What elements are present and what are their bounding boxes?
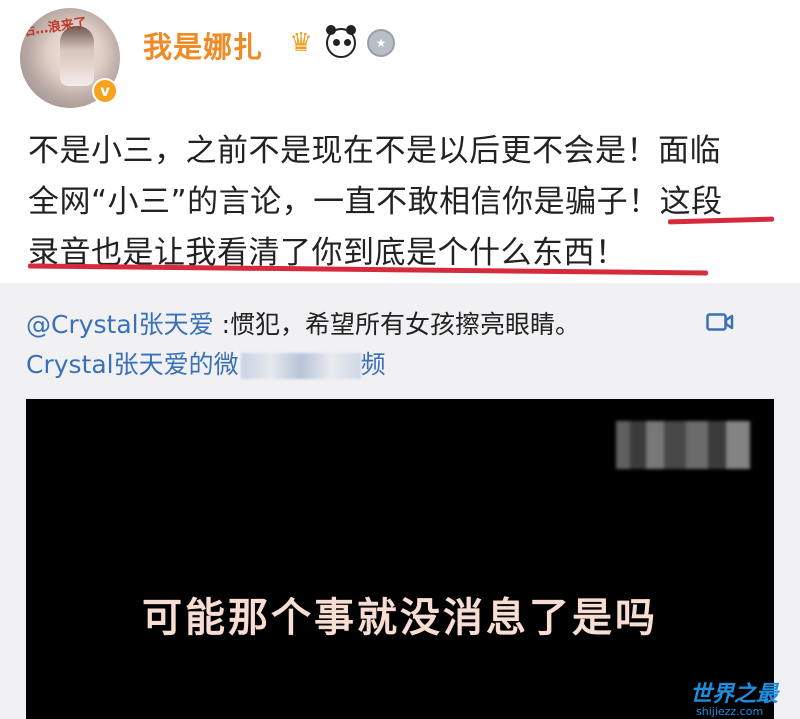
video-player[interactable]: 可能那个事就没消息了是吗 xyxy=(26,399,774,719)
site-watermark-logo: 世界之最 shijiezz.com xyxy=(690,676,794,718)
username[interactable]: 我是娜扎 xyxy=(143,24,263,66)
highlighted-text: 这段 xyxy=(659,184,723,220)
panda-icon[interactable] xyxy=(324,25,358,60)
post-header: 后…浪来了 v 我是娜扎 ♛ ★ xyxy=(0,0,800,118)
crown-icon[interactable]: ♛ xyxy=(284,26,318,60)
blurred-watermark xyxy=(616,421,750,469)
site-watermark-title: 世界之最 xyxy=(690,682,779,707)
video-link[interactable]: Crystal张天爱的微频 xyxy=(26,345,386,381)
medal-icon[interactable]: ★ xyxy=(364,26,398,60)
post-text-line-1: 不是小三，之前不是现在不是以后更不会是！面临 xyxy=(28,133,721,169)
post-text: 不是小三，之前不是现在不是以后更不会是！面临 全网“小三”的言论，一直不敢相信你… xyxy=(28,126,788,279)
blurred-region xyxy=(240,353,361,379)
verified-icon: v xyxy=(92,78,118,104)
site-watermark-url: shijiezz.com xyxy=(696,705,764,718)
user-badges: ♛ ★ xyxy=(284,25,398,60)
repost-text: @Crystal张天爱 :惯犯，希望所有女孩擦亮眼睛。 xyxy=(26,305,580,341)
mention-link[interactable]: @Crystal张天爱 xyxy=(26,310,214,339)
repost-comment: :惯犯，希望所有女孩擦亮眼睛。 xyxy=(213,310,580,339)
video-camera-icon[interactable] xyxy=(706,311,734,333)
video-subtitle: 可能那个事就没消息了是吗 xyxy=(142,595,658,641)
